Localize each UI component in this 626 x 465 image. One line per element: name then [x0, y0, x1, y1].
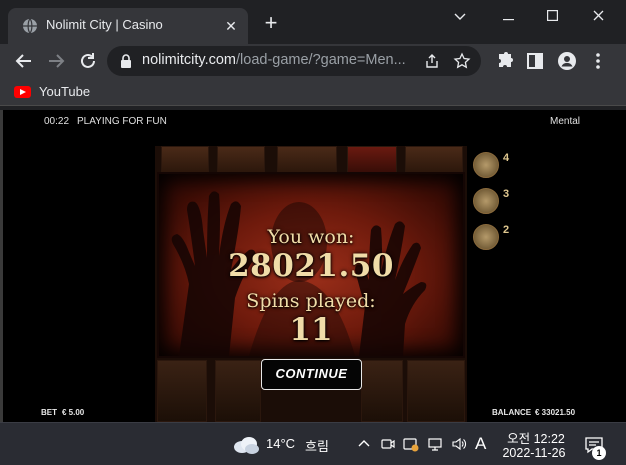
close-window-button[interactable] — [576, 4, 620, 28]
cloudy-weather-icon[interactable] — [232, 433, 260, 455]
tab-close-icon[interactable]: ✕ — [222, 17, 240, 35]
win-amount: 28021.50 — [228, 248, 394, 284]
browser-titlebar: Nolimit City | Casino ✕ + — [0, 0, 626, 44]
weather-temperature[interactable]: 14°C — [266, 436, 295, 451]
reload-icon[interactable] — [76, 49, 100, 73]
game-viewport[interactable]: 00:22 PLAYING FOR FUN Mental 4 3 2 You w… — [0, 110, 626, 422]
profile-avatar-icon[interactable] — [555, 49, 579, 73]
multiplier-number: 3 — [503, 188, 510, 200]
tray-chevron-up-icon[interactable] — [356, 436, 372, 452]
multiplier-number: 2 — [503, 224, 510, 236]
multiplier-badge — [473, 224, 499, 250]
back-arrow-icon[interactable] — [12, 49, 36, 73]
forward-arrow-icon[interactable] — [44, 49, 68, 73]
bet-value: € 5.00 — [62, 408, 85, 417]
camera-tray-icon[interactable] — [380, 436, 396, 452]
network-tray-icon[interactable] — [427, 436, 443, 452]
browser-tab[interactable]: Nolimit City | Casino ✕ — [8, 8, 248, 44]
tab-search-chevron-icon[interactable] — [438, 4, 482, 28]
notification-count-badge: 1 — [592, 446, 606, 460]
multiplier-badge — [473, 188, 499, 214]
play-mode-label: PLAYING FOR FUN — [77, 116, 167, 127]
balance-value: € 33021.50 — [535, 408, 576, 417]
clock-time[interactable]: 오전 12:22 — [505, 428, 567, 447]
update-tray-icon[interactable] — [403, 436, 419, 452]
bookmark-label: YouTube — [39, 84, 91, 99]
maximize-button[interactable] — [530, 4, 574, 28]
url-text: nolimitcity.com/load-game/?game=Men... — [142, 52, 406, 68]
win-summary-panel: You won: 28021.50 Spins played: 11 — [159, 174, 463, 356]
share-icon[interactable] — [423, 52, 441, 70]
lock-icon[interactable] — [119, 53, 133, 69]
input-method-indicator[interactable]: A — [475, 434, 486, 454]
tab-title: Nolimit City | Casino — [46, 17, 163, 32]
clock-date[interactable]: 2022-11-26 — [498, 446, 570, 460]
continue-button[interactable]: CONTINUE — [261, 359, 362, 390]
multiplier-number: 4 — [503, 152, 510, 164]
side-panel-icon[interactable] — [523, 49, 547, 73]
address-bar[interactable]: nolimitcity.com/load-game/?game=Men... — [107, 46, 481, 76]
game-hud-top: 00:22 PLAYING FOR FUN Mental — [0, 116, 626, 130]
windows-taskbar: 14°C 흐림 A 오전 12:22 2022-11-26 1 — [0, 422, 626, 465]
minimize-button[interactable] — [486, 4, 530, 28]
youtube-icon — [14, 86, 31, 98]
game-hud-bottom: BET € 5.00 BALANCE € 33021.50 — [0, 408, 626, 420]
game-timer: 00:22 — [44, 116, 70, 127]
multiplier-column: 4 3 2 — [467, 148, 519, 258]
extensions-puzzle-icon[interactable] — [493, 49, 517, 73]
balance-label: BALANCE — [492, 408, 532, 417]
you-won-label: You won: — [267, 226, 355, 248]
multiplier-badge — [473, 152, 499, 178]
bookmarks-bar: YouTube — [0, 78, 626, 106]
spins-played-label: Spins played: — [246, 290, 376, 312]
bet-label: BET — [41, 408, 57, 417]
globe-icon — [23, 18, 37, 34]
bookmark-star-icon[interactable] — [453, 52, 471, 70]
window-edge — [0, 110, 3, 422]
new-tab-button[interactable]: + — [259, 12, 283, 36]
browser-toolbar: nolimitcity.com/load-game/?game=Men... — [0, 44, 626, 78]
weather-condition[interactable]: 흐림 — [305, 436, 329, 455]
volume-tray-icon[interactable] — [451, 436, 467, 452]
game-name: Mental — [549, 116, 580, 127]
menu-kebab-icon[interactable] — [586, 49, 610, 73]
spins-count: 11 — [289, 312, 333, 348]
